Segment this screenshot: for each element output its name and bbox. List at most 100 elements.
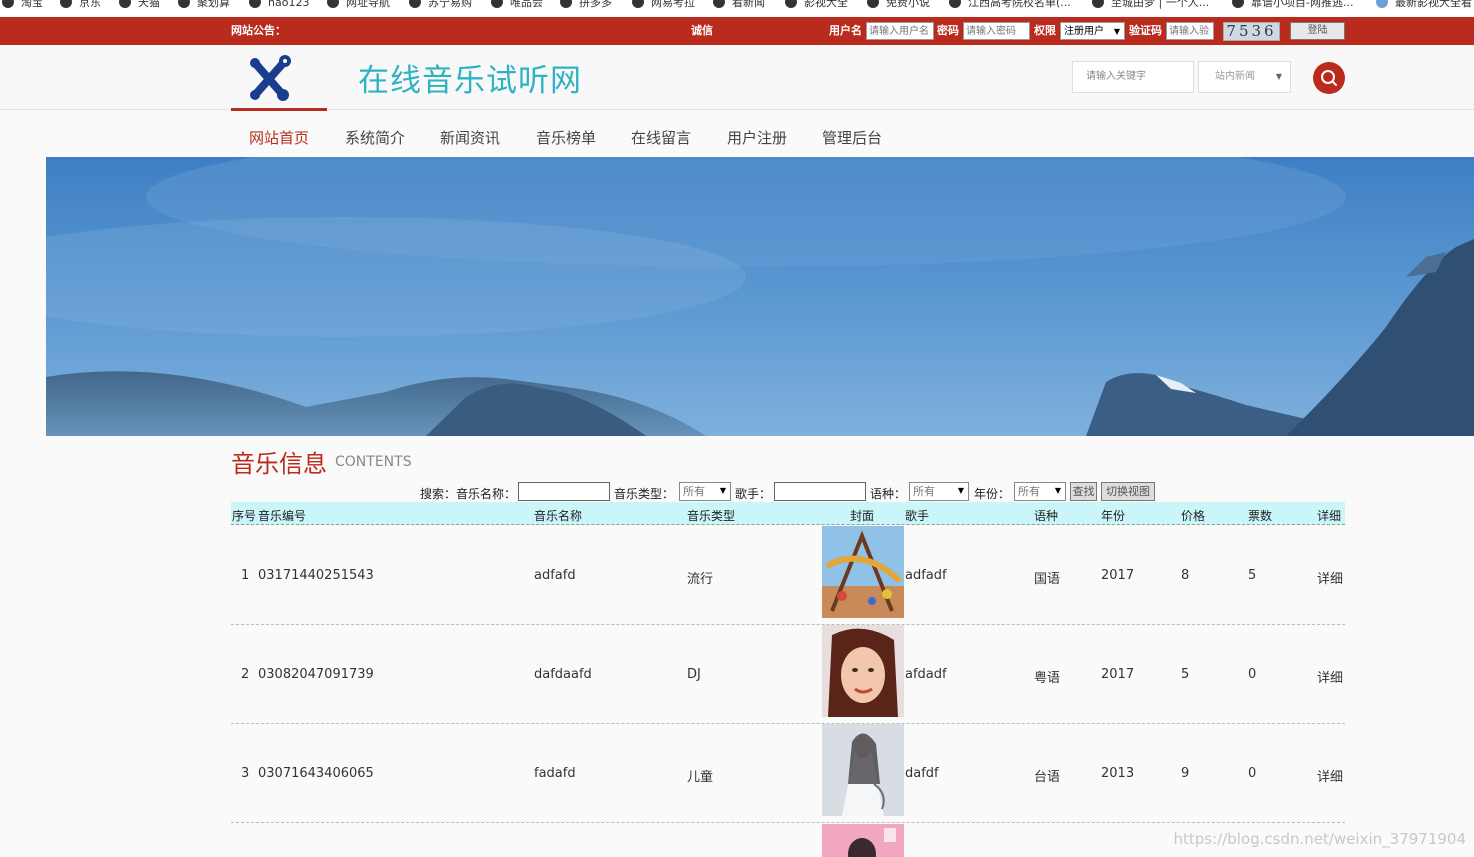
switch-view-button[interactable]: 切换视图 <box>1101 482 1155 501</box>
cell-singer: adfadf <box>905 568 947 583</box>
role-select[interactable]: 注册用户 ▼ <box>1060 22 1125 40</box>
filter-bar: 搜索：音乐名称： 音乐类型： 所有 ▼ 歌手： 语种： 所有 ▼ 年份： 所有 ▼ 查… <box>0 482 1474 502</box>
globe-icon <box>491 0 503 8</box>
password-input[interactable] <box>963 22 1030 40</box>
detail-link[interactable]: 详细 <box>1317 667 1343 686</box>
bookmark-item[interactable]: 京东 <box>60 0 101 9</box>
captcha-image[interactable]: 7536 <box>1223 22 1280 41</box>
bookmark-item[interactable]: 唯品会 <box>491 0 543 9</box>
cover-image[interactable] <box>822 824 904 857</box>
bookmark-item[interactable]: 靠谱小项目-网推逃... <box>1232 0 1353 9</box>
music-type-label: 音乐类型： <box>614 487 675 501</box>
notice-text: 诚信 <box>691 24 713 37</box>
captcha-label: 验证码 <box>1129 24 1162 37</box>
col-header-language: 语种 <box>1034 509 1059 523</box>
banner-image <box>46 157 1474 436</box>
cell-code: 03082047091739 <box>258 667 374 682</box>
bookmark-item[interactable]: 免费小说 <box>867 0 930 9</box>
cover-image[interactable] <box>822 625 904 717</box>
nav-item-guestbook[interactable]: 在线留言 <box>631 127 691 148</box>
table-row: 1 03171440251543 adfafd 流行 adfadf 国语 201… <box>231 526 1345 625</box>
globe-icon <box>119 0 131 8</box>
notice-label: 网站公告： <box>231 24 286 37</box>
language-select[interactable]: 所有 ▼ <box>909 482 969 501</box>
bookmark-item[interactable]: 影视大全 <box>785 0 848 9</box>
bookmark-item[interactable]: 最新影视大全看 <box>1376 0 1472 9</box>
globe-icon <box>867 0 879 8</box>
username-input[interactable] <box>866 22 934 40</box>
table-row: 2 03082047091739 dafdaafd DJ afdadf 粤语 2… <box>231 625 1345 724</box>
search-scope-select[interactable]: 站内新闻 ▼ <box>1198 61 1291 93</box>
watermark-text: https://blog.csdn.net/weixin_37971904 <box>1173 830 1466 848</box>
search-input[interactable]: 请输入关键字 <box>1072 61 1194 93</box>
cover-image[interactable] <box>822 724 904 816</box>
globe-icon <box>785 0 797 8</box>
bookmark-item[interactable]: 聚划算 <box>178 0 230 9</box>
bookmark-item[interactable]: 网易考拉 <box>632 0 695 9</box>
bookmark-item[interactable]: 网址导航 <box>327 0 390 9</box>
music-name-input[interactable] <box>518 482 610 501</box>
nav-item-about[interactable]: 系统简介 <box>345 127 405 148</box>
search-name-label: 搜索：音乐名称： <box>420 487 517 501</box>
singer-input[interactable] <box>774 482 866 501</box>
nav-item-charts[interactable]: 音乐榜单 <box>536 127 596 148</box>
captcha-input[interactable] <box>1166 22 1214 40</box>
search-icon <box>1321 70 1337 86</box>
x-icon <box>1232 0 1244 8</box>
music-type-select[interactable]: 所有 ▼ <box>679 482 731 501</box>
cell-year: 2017 <box>1101 667 1135 682</box>
chevron-down-icon: ▼ <box>1054 486 1061 495</box>
nav-item-admin[interactable]: 管理后台 <box>822 127 882 148</box>
chevron-down-icon: ▼ <box>719 486 726 495</box>
nav-item-register[interactable]: 用户注册 <box>727 127 787 148</box>
cell-name: adfafd <box>534 568 576 583</box>
cell-year: 2013 <box>1101 766 1135 781</box>
cell-votes: 0 <box>1248 766 1257 781</box>
site-title: 在线音乐试听网 <box>358 63 582 99</box>
col-header-singer: 歌手 <box>905 509 930 523</box>
globe-icon <box>60 0 72 8</box>
bookmark-item[interactable]: 苏宁易购 <box>409 0 472 9</box>
username-label: 用户名 <box>829 24 862 37</box>
bookmark-item[interactable]: 淘宝 <box>2 0 43 9</box>
role-label: 权限 <box>1034 24 1056 37</box>
nav-item-news[interactable]: 新闻资讯 <box>440 127 500 148</box>
nav-item-home[interactable]: 网站首页 <box>249 127 309 148</box>
bookmark-item[interactable]: 江西高考院校名单(... <box>949 0 1071 9</box>
globe-icon <box>1376 0 1388 8</box>
globe-icon <box>409 0 421 8</box>
banner-carousel[interactable] <box>46 157 1474 436</box>
col-header-type: 音乐类型 <box>687 509 736 523</box>
bookmark-item[interactable]: 拼多多 <box>560 0 612 9</box>
cell-year: 2017 <box>1101 568 1135 583</box>
cell-singer: dafdf <box>905 766 939 781</box>
site-logo[interactable] <box>231 45 327 111</box>
cell-no: 2 <box>241 667 250 682</box>
table-row: 3 03071643406065 fadafd 儿童 dafdf 台语 2013… <box>231 724 1345 823</box>
bookmark-item[interactable]: 天猫 <box>119 0 160 9</box>
cell-type: DJ <box>687 667 701 682</box>
globe-icon <box>560 0 572 8</box>
login-button[interactable]: 登陆 <box>1290 22 1345 40</box>
cell-no: 3 <box>241 766 250 781</box>
year-select[interactable]: 所有 ▼ <box>1014 482 1066 501</box>
col-header-code: 音乐编号 <box>258 509 307 523</box>
logo-icon <box>250 55 291 101</box>
bookmark-item[interactable]: 至城由梦 | 一个人... <box>1092 0 1209 9</box>
cell-code: 03171440251543 <box>258 568 374 583</box>
music-table-header: 序号 音乐编号 音乐名称 音乐类型 封面 歌手 语种 年份 价格 票数 详细 <box>231 502 1345 525</box>
col-header-name: 音乐名称 <box>534 509 583 523</box>
cover-image[interactable] <box>822 526 904 618</box>
detail-link[interactable]: 详细 <box>1317 766 1343 785</box>
col-header-votes: 票数 <box>1248 509 1273 523</box>
col-header-price: 价格 <box>1181 509 1206 523</box>
bookmark-item[interactable]: hao123 <box>249 0 309 9</box>
detail-link[interactable]: 详细 <box>1317 568 1343 587</box>
cell-price: 5 <box>1181 667 1190 682</box>
bookmark-item[interactable]: 看新闻 <box>713 0 765 9</box>
globe-icon <box>178 0 190 8</box>
search-button[interactable] <box>1313 62 1345 94</box>
main-nav: 网站首页 系统简介 新闻资讯 音乐榜单 在线留言 用户注册 管理后台 <box>0 111 1474 157</box>
find-button[interactable]: 查找 <box>1070 482 1097 501</box>
chevron-down-icon: ▼ <box>1113 27 1120 36</box>
